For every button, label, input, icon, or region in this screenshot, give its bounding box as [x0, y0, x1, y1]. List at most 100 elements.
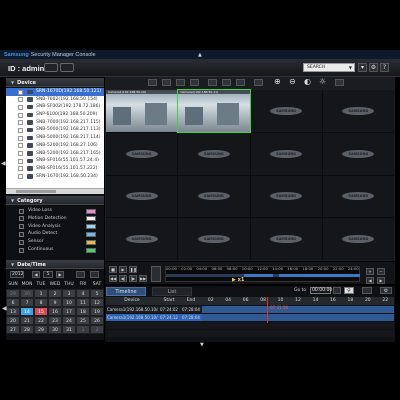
snapshot-icon[interactable] — [335, 79, 344, 86]
zoom-out-icon[interactable]: ⊖ — [289, 77, 296, 86]
calendar-day[interactable]: 27 — [6, 325, 20, 334]
device-list-item[interactable]: SNB-7002(192.168.50.154) — [6, 96, 104, 104]
timeline-zoom-in-icon[interactable]: + — [366, 268, 374, 275]
tab-list[interactable]: List — [152, 287, 192, 296]
category-item[interactable]: Continuous — [6, 246, 104, 254]
speed-slider[interactable] — [151, 266, 161, 282]
device-checkbox[interactable] — [18, 112, 23, 118]
layout-1-icon[interactable] — [148, 79, 157, 86]
layout-9-icon[interactable] — [176, 79, 185, 86]
collapse-top-arrow-icon[interactable]: ▲ — [198, 52, 202, 58]
calendar-day[interactable]: 1 — [34, 289, 48, 298]
zoom-in-icon[interactable]: ⊕ — [274, 77, 281, 86]
next-month-button[interactable]: ▶ — [56, 271, 64, 278]
video-tile-empty[interactable]: SAMSUNG — [250, 218, 322, 260]
calendar-day[interactable]: 28 — [20, 325, 34, 334]
rewind-icon[interactable]: ◀◀ — [109, 275, 117, 282]
category-item[interactable]: Motion Detection — [6, 215, 104, 223]
timeline-scroll-left-icon[interactable]: ◀ — [366, 277, 374, 284]
calendar-day[interactable]: 24 — [62, 316, 76, 325]
calendar-day[interactable]: 30 — [20, 289, 34, 298]
video-tile-empty[interactable]: SAMSUNG — [178, 218, 250, 260]
calendar-day[interactable]: 17 — [62, 307, 76, 316]
row-recording-bar[interactable] — [202, 306, 394, 313]
category-checkbox[interactable] — [19, 231, 24, 237]
search-input[interactable]: SEARCH ▼ — [303, 63, 355, 72]
device-checkbox[interactable] — [18, 151, 23, 156]
timeline-row[interactable]: Camera1(192.168.50.10/4...07:24:02 07:28:… — [106, 306, 394, 313]
recording-strip[interactable] — [166, 274, 360, 277]
month-field[interactable]: 5 — [43, 271, 53, 278]
device-checkbox[interactable] — [18, 89, 23, 95]
device-list-item[interactable]: SNB-5200(192.168.27.106) — [6, 142, 104, 150]
calendar-day[interactable]: 29 — [34, 325, 48, 334]
device-checkbox[interactable] — [18, 174, 23, 180]
calendar-day[interactable]: 7 — [20, 298, 34, 307]
step-forward-icon[interactable]: |▶ — [129, 275, 137, 282]
device-list-scrollbar[interactable] — [6, 188, 104, 194]
category-item[interactable]: Video Analysis — [6, 223, 104, 231]
goto-time-input[interactable]: 00:00:00 — [310, 287, 332, 294]
calendar-icon[interactable] — [76, 271, 85, 278]
video-tile-empty[interactable]: SAMSUNG — [178, 132, 250, 175]
time-spin-icon[interactable] — [333, 287, 341, 294]
video-tile-empty[interactable]: SAMSUNG — [106, 218, 178, 260]
device-checkbox[interactable] — [18, 120, 23, 126]
device-list-item[interactable]: SNB-7000(192.168.217.115) — [6, 119, 104, 127]
calendar-day[interactable]: 8 — [34, 298, 48, 307]
category-item[interactable]: Audio Detect — [6, 230, 104, 238]
calendar-day[interactable]: 23 — [48, 316, 62, 325]
device-list-item[interactable]: SNP-6100(192.168.50.209) — [6, 111, 104, 119]
timeline-row[interactable]: Camera1(192.168.50.10/1...07:24:12 07:28:… — [106, 314, 394, 321]
video-tile-empty[interactable]: SAMSUNG — [322, 90, 394, 132]
video-tile-empty[interactable]: SAMSUNG — [322, 175, 394, 218]
print-icon[interactable] — [222, 79, 231, 86]
video-tile-empty[interactable]: SAMSUNG — [106, 175, 178, 218]
calendar-day[interactable]: 4 — [76, 289, 90, 298]
video-tile-empty[interactable]: SAMSUNG — [322, 132, 394, 175]
collapse-left-arrow-icon[interactable]: ◀ — [2, 305, 7, 312]
gear-icon[interactable]: ⚙ — [369, 63, 378, 72]
calendar-day[interactable]: 29 — [6, 289, 20, 298]
search-icon[interactable]: ⚲ — [344, 287, 354, 294]
calendar-day[interactable]: 1 — [76, 325, 90, 334]
calendar-day[interactable]: 5 — [90, 289, 104, 298]
device-list-item[interactable]: SNB-SF016(55.101.57.24:4) — [6, 157, 104, 165]
tab-timeline[interactable]: Timeline — [106, 287, 146, 296]
recording-segment[interactable] — [278, 274, 360, 277]
calendar-day[interactable]: 25 — [76, 316, 90, 325]
calendar-day[interactable]: 20 — [6, 316, 20, 325]
device-list-item[interactable]: SNB-5200(192.168.217.165) — [6, 150, 104, 158]
video-tile-live[interactable]: Camera1(192.168.50.10) — [106, 90, 178, 132]
video-tile-live[interactable]: Camera2(192.168.50.11) — [177, 89, 251, 133]
calendar-day[interactable]: 14 — [20, 307, 34, 316]
calendar-day[interactable]: 16 — [48, 307, 62, 316]
device-checkbox[interactable] — [18, 104, 23, 110]
record-icon[interactable] — [254, 79, 263, 86]
device-list-item[interactable]: SNB-SF016(55.101.57.222) — [6, 165, 104, 173]
prev-month-button[interactable]: ◀ — [32, 271, 40, 278]
calendar-day[interactable]: 11 — [76, 298, 90, 307]
collapse-left-arrow-icon[interactable]: ◀ — [1, 160, 6, 167]
device-checkbox[interactable] — [18, 166, 23, 172]
pause-icon[interactable]: ❚❚ — [129, 266, 137, 273]
category-panel-header[interactable]: ▼ Category — [6, 196, 104, 205]
row-recording-bar[interactable] — [202, 314, 394, 321]
device-checkbox[interactable] — [18, 97, 23, 103]
calendar-day[interactable]: 2 — [90, 325, 104, 334]
dropdown-icon[interactable]: ▾ — [358, 63, 367, 72]
timeline-scroll-right-icon[interactable]: ▶ — [377, 277, 385, 284]
video-tile-empty[interactable]: SAMSUNG — [178, 175, 250, 218]
calendar-day[interactable]: 19 — [90, 307, 104, 316]
calendar-day[interactable]: 31 — [62, 325, 76, 334]
collapse-bottom-arrow-icon[interactable]: ▼ — [200, 342, 204, 348]
device-checkbox[interactable] — [18, 158, 23, 164]
device-checkbox[interactable] — [18, 135, 23, 141]
device-list-item[interactable]: SNB-5000(192.168.217.113) — [6, 126, 104, 134]
calendar-day[interactable]: 6 — [6, 298, 20, 307]
calendar-day[interactable]: 2 — [48, 289, 62, 298]
step-back-icon[interactable]: ◀| — [119, 275, 127, 282]
device-list-item[interactable]: SNB-5000(192.168.217.114) — [6, 134, 104, 142]
category-item[interactable]: Sensor — [6, 238, 104, 246]
calendar-day[interactable]: 18 — [76, 307, 90, 316]
